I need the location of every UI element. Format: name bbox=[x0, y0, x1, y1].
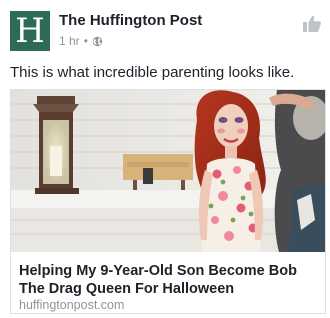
link-preview-card[interactable]: Helping My 9-Year-Old Son Become Bob The… bbox=[10, 89, 326, 314]
post-timestamp[interactable]: 1 hr bbox=[59, 34, 80, 48]
link-domain: huffingtonpost.com bbox=[19, 298, 125, 312]
link-title[interactable]: Helping My 9-Year-Old Son Become Bob The… bbox=[19, 262, 321, 298]
globe-icon[interactable] bbox=[92, 36, 103, 47]
post-meta: 1 hr • bbox=[59, 34, 103, 48]
link-preview-image[interactable] bbox=[11, 90, 325, 252]
post-status-text: This is what incredible parenting looks … bbox=[10, 64, 295, 81]
page-name-link[interactable]: The Huffington Post bbox=[59, 12, 202, 29]
meta-separator: • bbox=[83, 34, 88, 48]
page-avatar[interactable]: H bbox=[10, 11, 50, 51]
thumbs-up-icon[interactable] bbox=[302, 14, 322, 34]
